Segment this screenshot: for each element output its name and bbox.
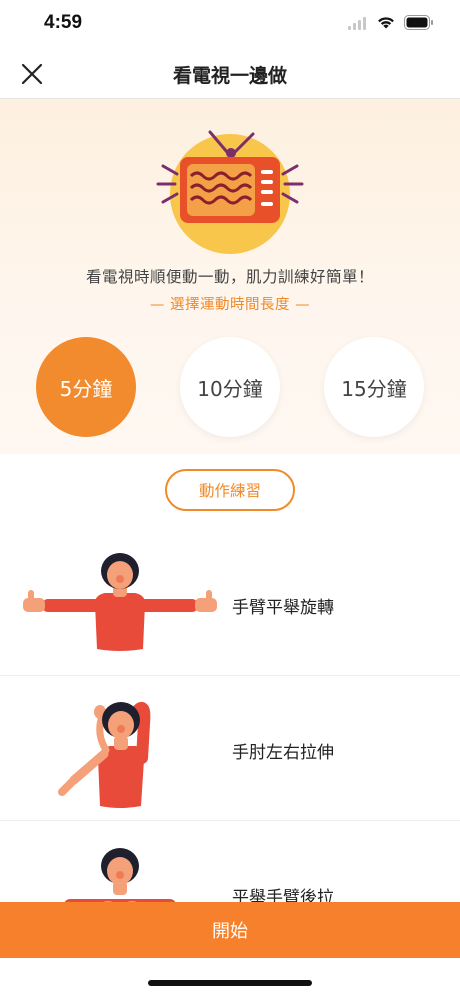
status-time: 4:59 <box>44 12 83 33</box>
duration-15min-button[interactable]: 15分鐘 <box>324 337 424 437</box>
duration-prompt: — 選擇運動時間長度 — <box>149 297 311 313</box>
wifi-icon <box>376 15 396 34</box>
page-title: 看電視一邊做 <box>172 65 287 87</box>
arm-raise-illustration <box>23 553 217 651</box>
screen: 4:59 看電視一邊做 看電視時順便動一動，肌力訓練好簡單！ — 選擇運動時間長… <box>0 0 460 996</box>
exercise-label: 手臂平舉旋轉 <box>232 598 334 618</box>
exercise-item-arm-rotation[interactable]: 手臂平舉旋轉 <box>0 531 460 676</box>
exercise-label: 手肘左右拉伸 <box>232 743 334 763</box>
hero-description: 看電視時順便動一動，肌力訓練好簡單！ <box>85 268 374 286</box>
nav-bar: 看電視一邊做 <box>0 50 460 99</box>
exercise-item-elbow-stretch[interactable]: 手肘左右拉伸 <box>0 676 460 821</box>
signal-icon <box>348 15 368 34</box>
status-bar: 4:59 <box>0 0 460 50</box>
elbow-stretch-illustration <box>58 701 151 808</box>
tv-illustration <box>156 130 304 254</box>
home-indicator-area <box>0 958 460 996</box>
practice-button[interactable]: 動作練習 <box>165 469 295 511</box>
status-icons <box>348 15 434 34</box>
hero-section: 看電視時順便動一動，肌力訓練好簡單！ — 選擇運動時間長度 — 5分鐘 10分鐘… <box>0 99 460 454</box>
battery-icon <box>404 15 434 34</box>
duration-5min-button[interactable]: 5分鐘 <box>36 337 136 437</box>
home-indicator[interactable] <box>148 980 312 986</box>
duration-10min-button[interactable]: 10分鐘 <box>180 337 280 437</box>
start-button[interactable]: 開始 <box>0 902 460 958</box>
